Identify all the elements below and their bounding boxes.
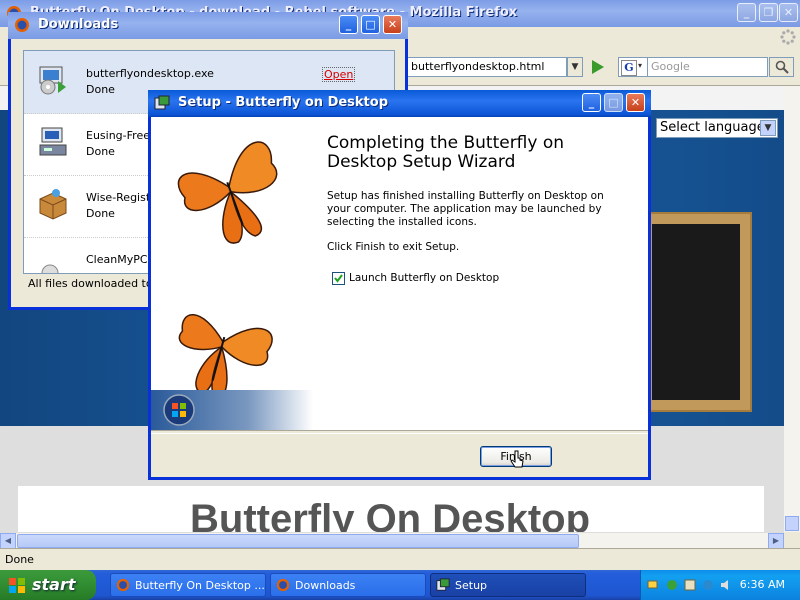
download-status: Done xyxy=(86,145,115,158)
vertical-scrollbar[interactable] xyxy=(784,86,800,532)
wizard-side-image xyxy=(151,117,313,430)
gear-icon[interactable] xyxy=(665,578,679,592)
minimize-button[interactable]: _ xyxy=(737,3,756,22)
downloads-footer: All files downloaded to: xyxy=(28,277,157,290)
taskbar-item-setup[interactable]: Setup xyxy=(430,573,586,597)
wizard-finish-note: Click Finish to exit Setup. xyxy=(327,241,460,253)
google-icon: G xyxy=(621,60,637,76)
setup-title: Setup - Butterfly on Desktop xyxy=(178,95,389,110)
minimize-button[interactable]: _ xyxy=(339,15,358,34)
close-button[interactable]: ✕ xyxy=(383,15,402,34)
setup-dialog: Setup - Butterfly on Desktop _ □ ✕ Compl… xyxy=(148,90,651,480)
taskbar: start Butterfly On Desktop ... Downloads… xyxy=(0,570,800,600)
security-icon[interactable] xyxy=(683,578,697,592)
start-label: start xyxy=(32,575,76,594)
divider xyxy=(151,430,648,434)
package-icon xyxy=(39,189,67,220)
wizard-panel: Completing the Butterfly on Desktop Setu… xyxy=(151,117,648,430)
scrollbar-thumb[interactable] xyxy=(785,516,799,531)
status-bar: Done xyxy=(0,548,800,571)
volume-icon[interactable] xyxy=(719,578,733,592)
download-status: Done xyxy=(86,83,115,96)
maximize-button[interactable]: □ xyxy=(361,15,380,34)
scroll-left-button[interactable]: ◀ xyxy=(0,533,16,549)
installer-icon xyxy=(39,66,66,95)
language-select-value: Select language xyxy=(660,120,765,135)
downloads-title: Downloads xyxy=(38,17,119,32)
chevron-down-icon: ▼ xyxy=(760,120,776,136)
checkmark-icon xyxy=(334,274,343,283)
scroll-corner xyxy=(784,532,800,548)
download-name: butterflyondesktop.exe xyxy=(86,67,214,80)
system-tray: 6:36 AM xyxy=(640,570,800,600)
firefox-icon xyxy=(15,18,29,32)
taskbar-item-firefox[interactable]: Butterfly On Desktop ... xyxy=(110,573,266,597)
computer-icon xyxy=(39,127,67,156)
download-name: Eusing-Free- xyxy=(86,129,154,142)
download-name: Wise-Registr xyxy=(86,191,155,204)
status-text: Done xyxy=(5,553,34,566)
close-button[interactable]: ✕ xyxy=(779,3,798,22)
restore-button[interactable]: ❐ xyxy=(759,3,778,22)
taskbar-item-label: Downloads xyxy=(295,579,356,592)
scrollbar-thumb[interactable] xyxy=(17,534,579,548)
taskbar-item-label: Butterfly On Desktop ... xyxy=(135,579,265,592)
launch-checkbox[interactable] xyxy=(332,272,345,285)
start-button[interactable]: start xyxy=(0,570,96,600)
firefox-icon xyxy=(116,578,130,592)
magnifier-icon xyxy=(775,60,789,74)
url-input[interactable]: butterflyondesktop.html xyxy=(407,57,567,77)
chalkboard-image xyxy=(640,212,752,412)
installer-icon xyxy=(41,264,59,273)
windows-logo-icon xyxy=(9,578,25,593)
taskbar-item-downloads[interactable]: Downloads xyxy=(270,573,426,597)
update-icon[interactable] xyxy=(701,578,715,592)
network-icon[interactable] xyxy=(647,578,661,592)
maximize-button: □ xyxy=(604,93,623,112)
url-dropdown-button[interactable]: ▼ xyxy=(567,57,583,77)
butterfly-icon xyxy=(151,141,313,430)
search-button[interactable] xyxy=(769,57,794,77)
setup-icon xyxy=(436,578,450,591)
open-link[interactable]: Open xyxy=(322,67,356,82)
wizard-heading: Completing the Butterfly on Desktop Setu… xyxy=(327,133,565,172)
setup-titlebar[interactable]: Setup - Butterfly on Desktop _ □ ✕ xyxy=(148,90,651,117)
chevron-down-icon: ▾ xyxy=(638,61,643,70)
close-button[interactable]: ✕ xyxy=(626,93,645,112)
go-arrow-icon[interactable] xyxy=(588,58,606,76)
search-input[interactable]: Google xyxy=(648,57,768,77)
firefox-icon xyxy=(276,578,290,592)
language-select[interactable]: Select language ▼ xyxy=(656,118,778,138)
horizontal-scrollbar[interactable]: ◀ ▶ xyxy=(0,532,784,549)
scroll-right-button[interactable]: ▶ xyxy=(768,533,784,549)
clock: 6:36 AM xyxy=(739,578,785,591)
launch-checkbox-label[interactable]: Launch Butterfly on Desktop xyxy=(349,272,499,284)
taskbar-item-label: Setup xyxy=(455,579,488,592)
mouse-cursor-icon xyxy=(510,450,524,468)
download-status: Done xyxy=(86,207,115,220)
setup-icon xyxy=(154,95,170,110)
wizard-body-text: Setup has finished installing Butterfly … xyxy=(327,190,604,228)
throbber-icon xyxy=(780,29,796,45)
downloads-titlebar[interactable]: Downloads _ □ ✕ xyxy=(8,12,408,39)
search-engine-selector[interactable]: G ▾ xyxy=(618,57,648,77)
minimize-button[interactable]: _ xyxy=(582,93,601,112)
